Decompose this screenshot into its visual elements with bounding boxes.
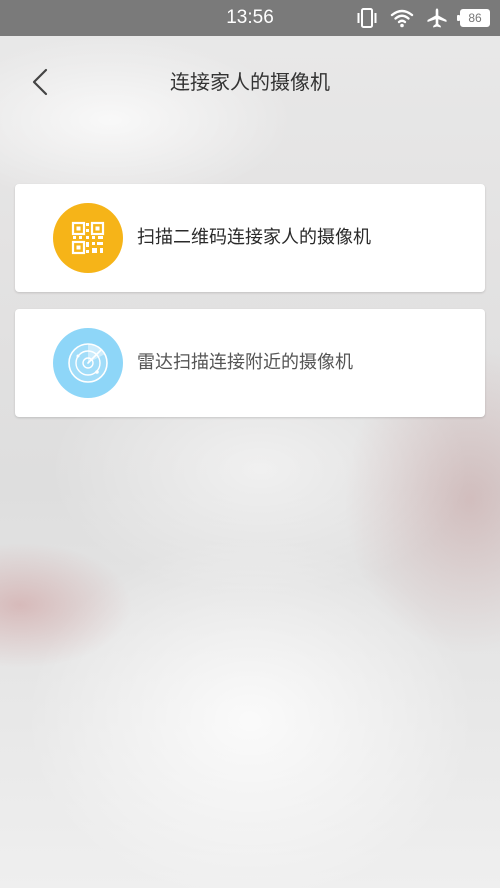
scan-qr-option[interactable]: 扫描二维码连接家人的摄像机 (15, 184, 485, 292)
scan-qr-label: 扫描二维码连接家人的摄像机 (137, 227, 371, 248)
status-icons: 86 (356, 6, 490, 30)
status-bar: 13:56 86 (0, 0, 500, 36)
radar-icon (68, 343, 108, 383)
qr-code-icon-badge (53, 203, 123, 273)
radar-icon-badge (53, 328, 123, 398)
qr-code-icon (71, 221, 105, 255)
header: 连接家人的摄像机 (0, 36, 500, 128)
page-title: 连接家人的摄像机 (170, 70, 330, 94)
battery-icon: 86 (457, 9, 490, 27)
vibrate-icon (356, 7, 378, 29)
wifi-icon (390, 8, 414, 28)
radar-scan-label: 雷达扫描连接附近的摄像机 (137, 352, 353, 373)
airplane-icon (426, 7, 448, 29)
radar-scan-option[interactable]: 雷达扫描连接附近的摄像机 (15, 309, 485, 417)
